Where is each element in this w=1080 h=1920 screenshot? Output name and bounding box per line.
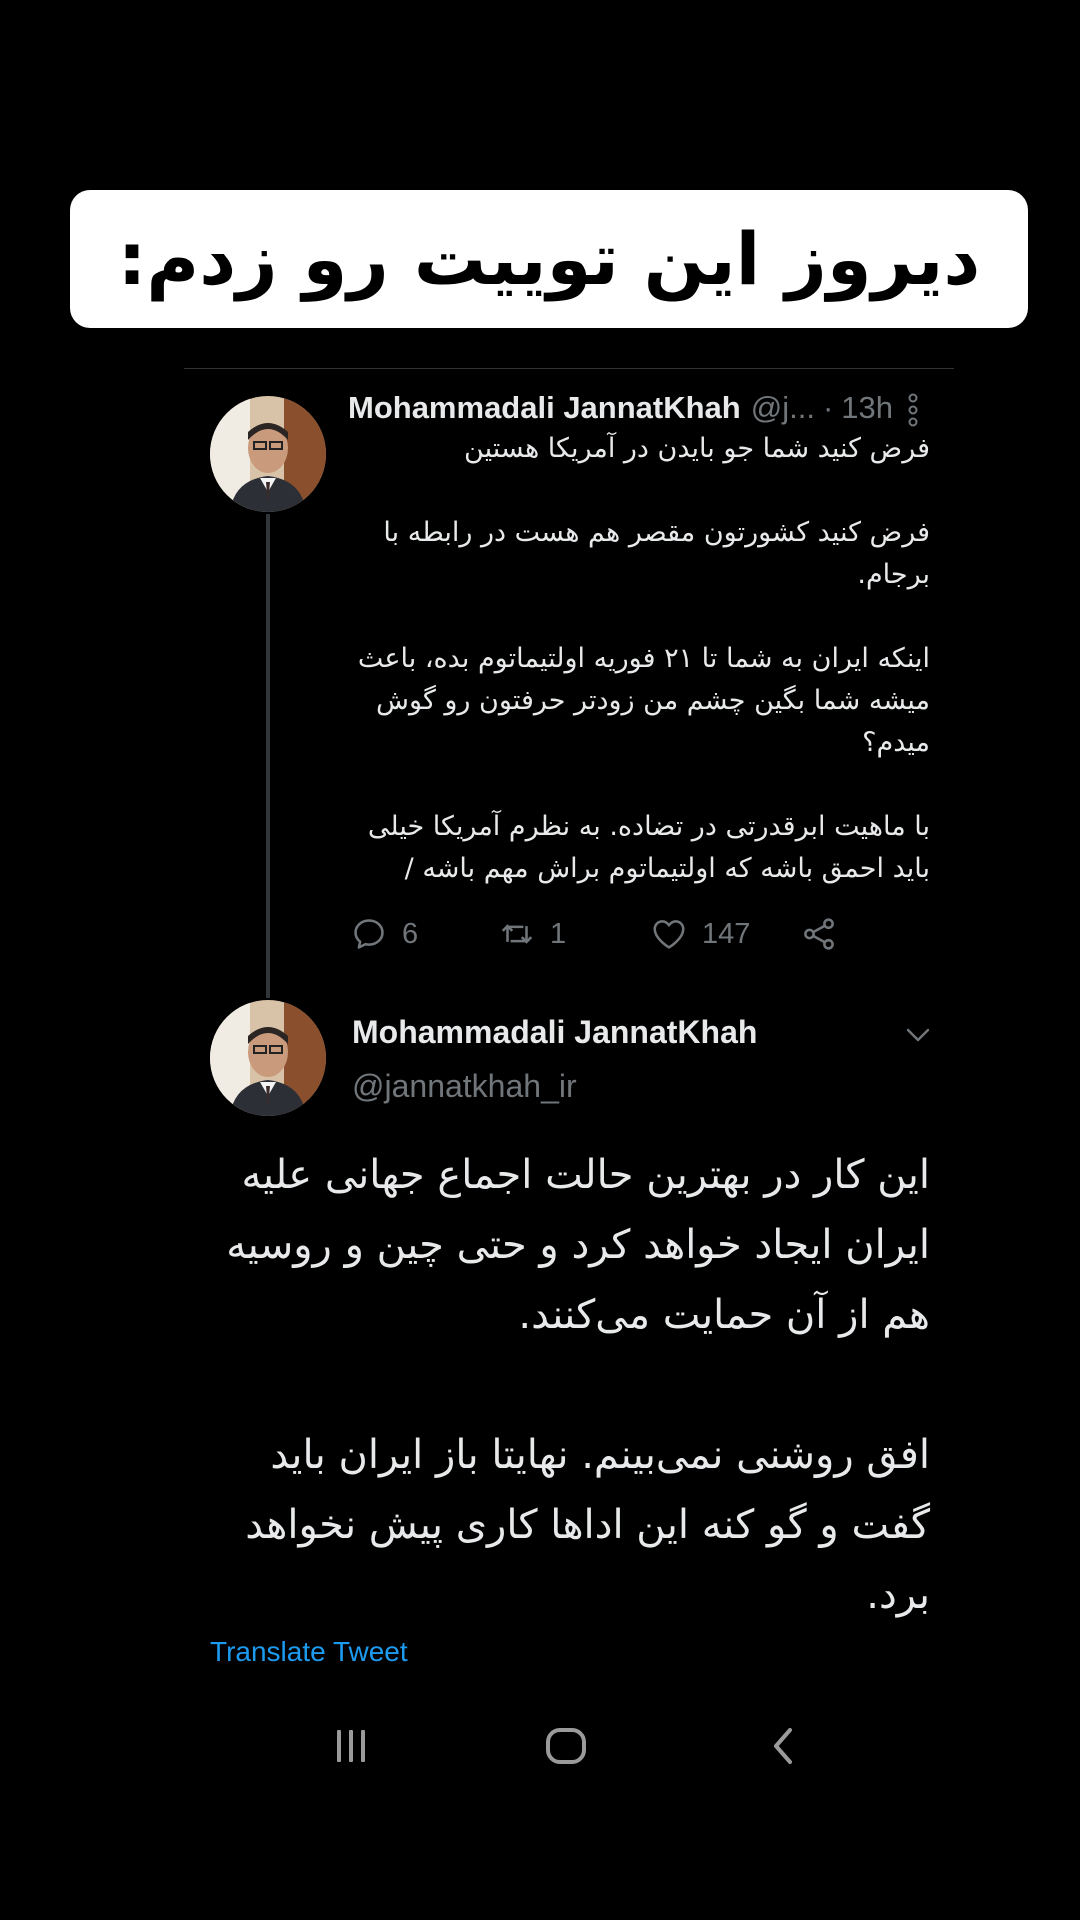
share-icon (804, 918, 834, 950)
caption-text: دیروز این توییت رو زدم: (117, 217, 981, 301)
like-count: 147 (702, 917, 751, 950)
author-name[interactable]: Mohammadali JannatKhah (348, 390, 741, 426)
tweet-paragraph: اینکه ایران به شما تا ۲۱ فوریه اولتیماتو… (357, 643, 930, 758)
heart-icon (653, 920, 685, 949)
home-icon[interactable] (526, 1718, 606, 1774)
chevron-down-icon[interactable] (900, 1020, 936, 1050)
author-handle[interactable]: @j... (751, 390, 815, 426)
reply-count: 6 (402, 917, 419, 950)
more-options-icon[interactable] (898, 390, 928, 430)
back-icon[interactable] (743, 1718, 823, 1774)
reply-button[interactable]: 6 (350, 910, 418, 958)
tweet-paragraph: افق روشنی نمی‌بینم. نهایتا باز ایران بای… (245, 1432, 930, 1618)
tweet-paragraph: با ماهیت ابرقدرتی در تضاده. به نظرم آمری… (367, 811, 930, 884)
tweet-paragraph: این کار در بهترین حالت اجماع جهانی علیه … (226, 1152, 930, 1338)
author-name[interactable]: Mohammadali JannatKhah (352, 1014, 757, 1051)
caption-banner: دیروز این توییت رو زدم: (70, 190, 1028, 328)
tweet-paragraph: فرض کنید شما جو بایدن در آمریکا هستین (464, 433, 930, 464)
translate-tweet-link[interactable]: Translate Tweet (210, 1636, 408, 1668)
retweet-button[interactable]: 1 (498, 910, 566, 958)
divider (184, 368, 954, 369)
retweet-count: 1 (550, 917, 567, 950)
thread-line (266, 514, 270, 998)
tweet-time[interactable]: 13h (841, 390, 893, 426)
tweet-paragraph: فرض کنید کشورتون مقصر هم هست در رابطه با… (383, 517, 930, 590)
tweet-header: Mohammadali JannatKhah @j... · 13h (348, 388, 928, 428)
share-button[interactable] (800, 910, 838, 958)
avatar[interactable] (210, 1000, 326, 1116)
tweet-text: این کار در بهترین حالت اجماع جهانی علیه … (210, 1140, 930, 1630)
author-handle[interactable]: @jannatkhah_ir (352, 1068, 577, 1105)
retweet-icon (501, 924, 533, 944)
tweet-text: فرض کنید شما جو بایدن در آمریکا هستین فر… (348, 428, 930, 890)
reply-icon (354, 919, 384, 949)
separator-dot: · (822, 390, 834, 425)
recent-apps-icon[interactable] (311, 1718, 391, 1774)
like-button[interactable]: 147 (650, 910, 750, 958)
avatar[interactable] (210, 396, 326, 512)
